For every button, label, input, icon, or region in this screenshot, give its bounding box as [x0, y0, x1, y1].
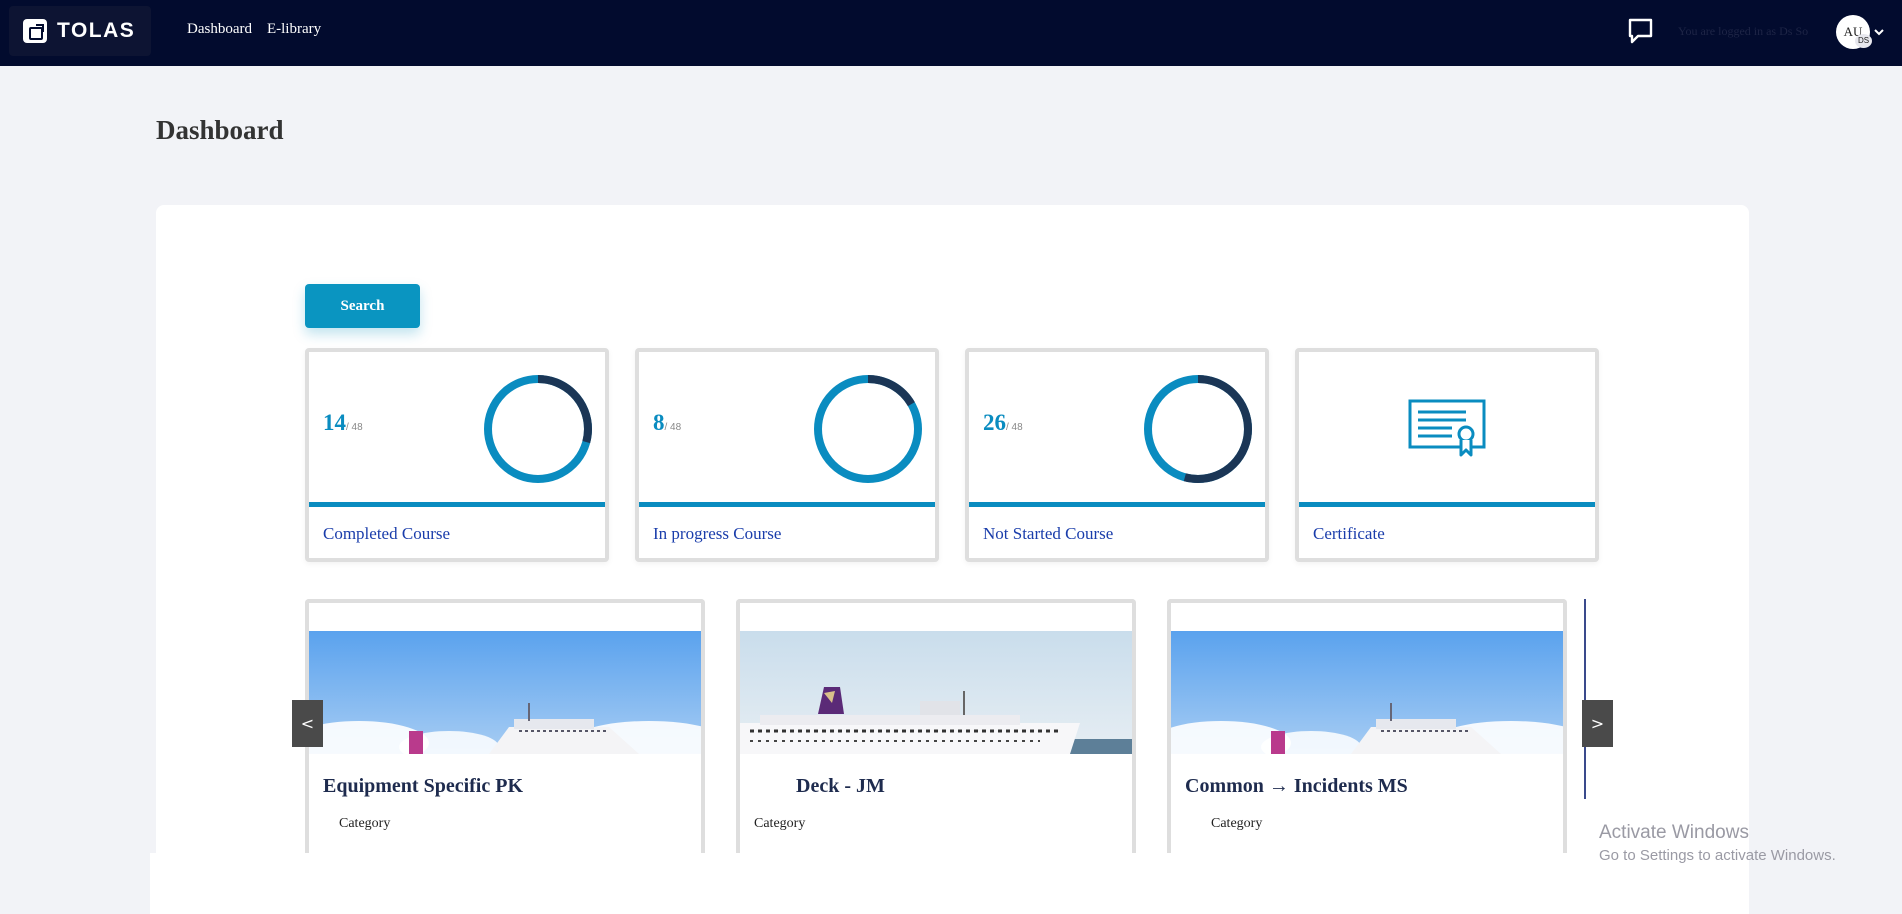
carousel-prev-button[interactable]: <	[292, 700, 323, 747]
chevron-down-icon[interactable]	[1873, 26, 1885, 38]
stat-accent-bar	[969, 502, 1265, 507]
course-thumbnail	[1171, 631, 1563, 754]
stat-count: 8/ 48	[653, 410, 681, 436]
carousel-next-button[interactable]: >	[1582, 700, 1613, 747]
stat-count-total: / 48	[1006, 422, 1023, 433]
course-card[interactable]: Deck - JM Category	[736, 599, 1136, 859]
course-title[interactable]: Equipment Specific PK	[323, 775, 523, 798]
course-card[interactable]: Equipment Specific PK Category	[305, 599, 705, 859]
course-title[interactable]: Common → Incidents MS	[1185, 775, 1408, 798]
stat-card-in-progress[interactable]: 8/ 48 In progress Course	[635, 348, 939, 562]
nav-link-dashboard[interactable]: Dashboard	[187, 21, 252, 38]
certificate-icon	[1408, 399, 1486, 457]
course-category: Category	[754, 816, 806, 831]
stat-label[interactable]: Certificate	[1313, 524, 1385, 544]
chat-icon[interactable]	[1627, 18, 1654, 44]
course-category: Category	[1211, 816, 1263, 831]
logged-in-text: You are logged in as Ds So	[1678, 24, 1809, 38]
brand-logo[interactable]: TOLAS	[9, 6, 151, 56]
search-button[interactable]: Search	[305, 284, 420, 328]
progress-ring	[814, 375, 922, 483]
stat-count-total: / 48	[664, 422, 682, 433]
stat-accent-bar	[309, 502, 605, 507]
main-nav: Dashboard E-library	[187, 21, 321, 38]
stat-count-total: / 48	[346, 422, 363, 433]
course-category: Category	[339, 816, 391, 831]
progress-ring	[1144, 375, 1252, 483]
stat-card-completed[interactable]: 14/ 48 Completed Course	[305, 348, 609, 562]
course-title[interactable]: Deck - JM	[796, 775, 885, 798]
stat-label[interactable]: Completed Course	[323, 524, 450, 544]
brand-name: TOLAS	[57, 19, 136, 42]
stat-label[interactable]: In progress Course	[653, 524, 781, 544]
windows-activation-title: Activate Windows	[1599, 822, 1749, 843]
stat-count: 26/ 48	[983, 410, 1023, 436]
progress-ring	[484, 375, 592, 483]
stat-card-not-started[interactable]: 26/ 48 Not Started Course	[965, 348, 1269, 562]
course-thumbnail	[309, 631, 701, 754]
stat-accent-bar	[639, 502, 935, 507]
user-avatar-badge: DS	[1855, 34, 1872, 48]
carousel-clip	[150, 853, 1600, 914]
tolas-logo-icon	[23, 19, 47, 43]
course-thumbnail	[740, 631, 1132, 754]
nav-link-e-library[interactable]: E-library	[267, 21, 321, 38]
stat-card-certificate[interactable]: Certificate	[1295, 348, 1599, 562]
stat-accent-bar	[1299, 502, 1595, 507]
stat-count-value: 26	[983, 410, 1006, 435]
stat-count: 14/ 48	[323, 410, 363, 436]
stat-count-value: 8	[653, 410, 665, 435]
page-title: Dashboard	[156, 115, 284, 145]
windows-activation-subtitle: Go to Settings to activate Windows.	[1599, 847, 1836, 864]
stat-count-value: 14	[323, 410, 346, 435]
stat-label[interactable]: Not Started Course	[983, 524, 1113, 544]
course-card[interactable]: Common → Incidents MS Category	[1167, 599, 1567, 859]
next-card-edge	[1584, 599, 1586, 799]
top-navbar: TOLAS Dashboard E-library You are logged…	[0, 0, 1902, 66]
